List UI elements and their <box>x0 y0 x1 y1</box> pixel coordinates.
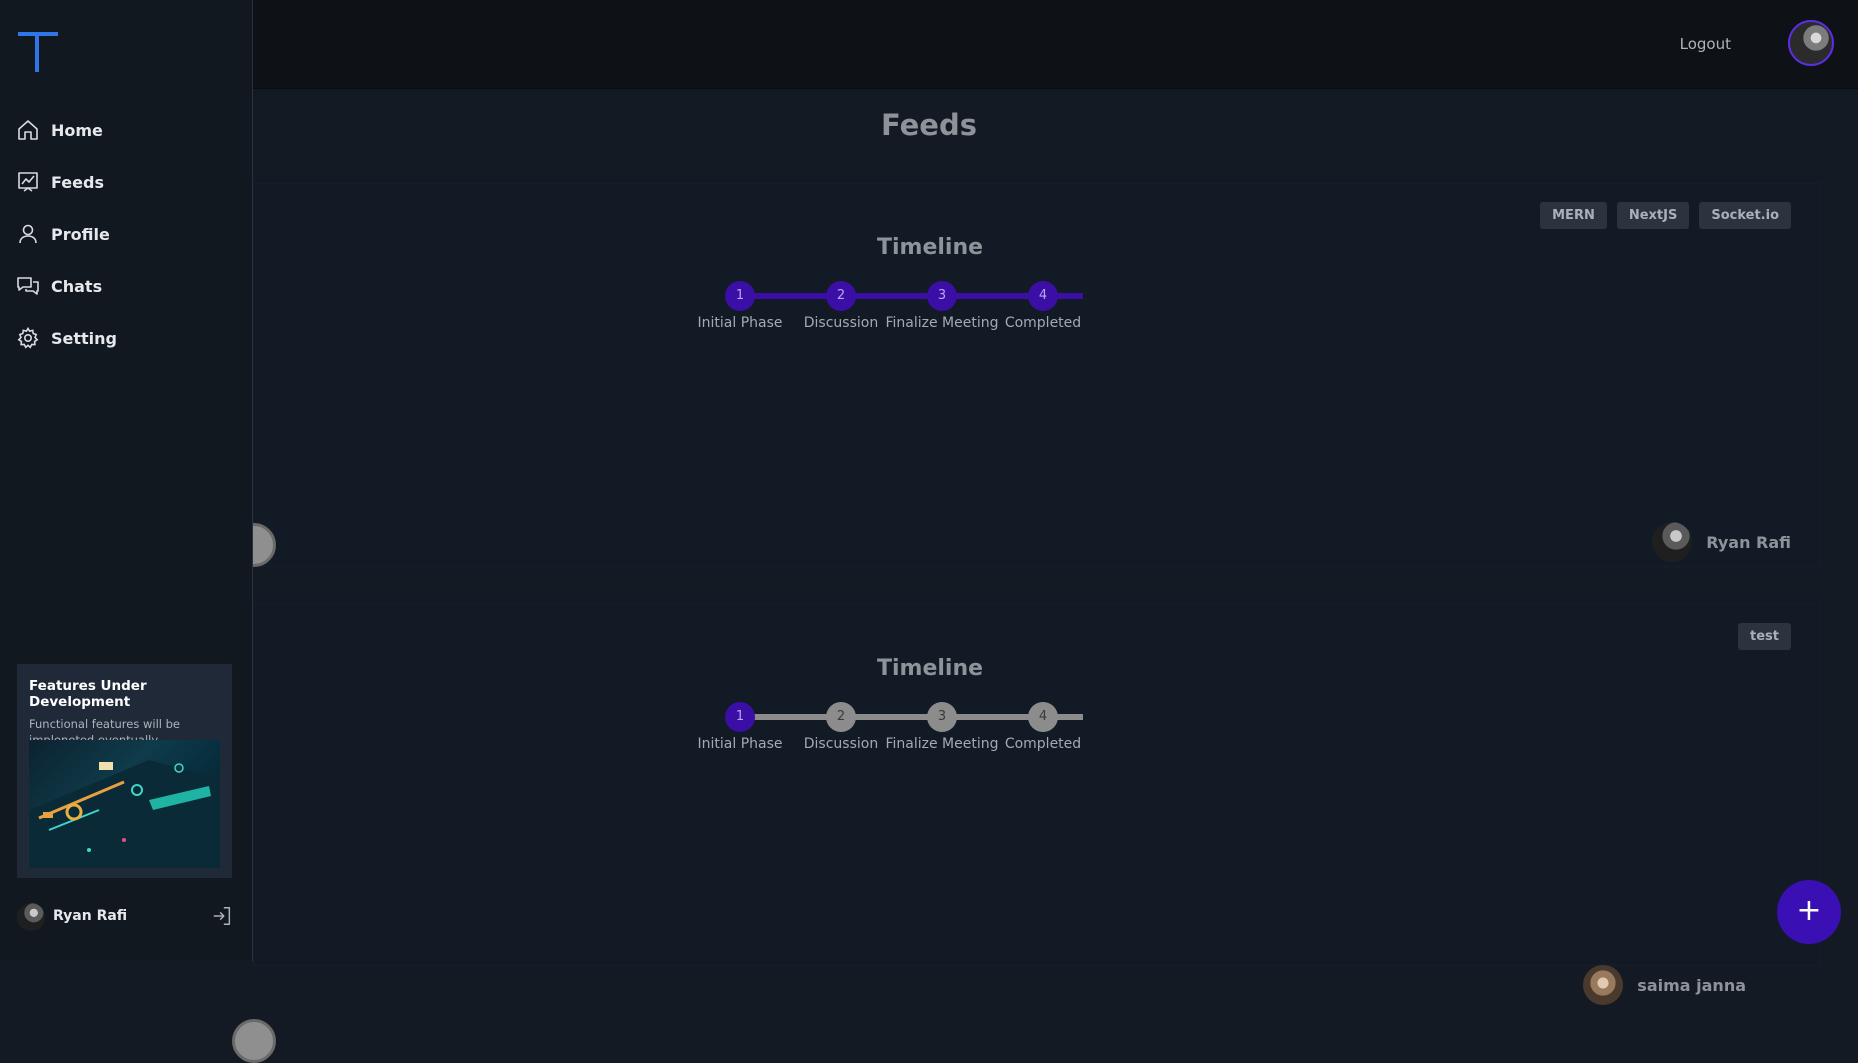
feed-card: MERN NextJS Socket.io Timeline 1 Initial… <box>232 183 1821 567</box>
sidebar-nav: Home Feeds Profile Chats Setting <box>16 104 117 364</box>
step-dot: 3 <box>927 702 957 732</box>
feed-card: test Timeline 1 Initial Phase 2 Discussi… <box>232 604 1821 1063</box>
timeline: 1 Initial Phase 2 Discussion 3 Finalize … <box>698 281 1109 341</box>
user-icon <box>19 224 37 244</box>
current-user: Ryan Rafi <box>17 901 233 933</box>
page-title: Feeds <box>881 108 977 142</box>
step-dot: 3 <box>927 281 957 311</box>
sidebar-item-chats[interactable]: Chats <box>16 260 117 312</box>
user-name: Ryan Rafi <box>53 908 128 924</box>
author-avatar <box>1652 522 1693 562</box>
step-dot: 1 <box>725 702 755 732</box>
tag[interactable]: Socket.io <box>1699 202 1791 229</box>
sidebar-item-profile[interactable]: Profile <box>16 208 117 260</box>
home-icon <box>18 120 38 140</box>
step-dot: 2 <box>826 702 856 732</box>
profile-avatar[interactable] <box>1788 20 1834 66</box>
post-author[interactable]: saima janna <box>1583 965 1746 1005</box>
tag[interactable]: MERN <box>1540 202 1607 229</box>
tag[interactable]: test <box>1738 623 1791 650</box>
avatar[interactable] <box>17 903 45 931</box>
sidebar: Home Feeds Profile Chats Setting Feature… <box>0 0 253 961</box>
sidebar-item-setting[interactable]: Setting <box>16 312 117 364</box>
timeline-title: Timeline <box>876 235 984 260</box>
step-dot: 2 <box>826 281 856 311</box>
timeline-step: 4 Completed <box>983 702 1103 752</box>
timeline-step: 4 Completed <box>983 281 1103 331</box>
features-promo-card: Features Under Development Functional fe… <box>17 664 232 878</box>
logout-icon[interactable] <box>211 905 233 927</box>
tag[interactable]: NextJS <box>1616 202 1690 229</box>
step-label: Completed <box>1004 736 1082 752</box>
step-label: Completed <box>1004 315 1082 331</box>
chart-icon <box>18 172 38 192</box>
sidebar-item-home[interactable]: Home <box>16 104 117 156</box>
timeline-title: Timeline <box>876 656 984 681</box>
sidebar-item-label: Chats <box>51 276 103 296</box>
top-bar: Logout <box>0 0 1858 89</box>
promo-title: Features Under Development <box>29 678 147 710</box>
gear-icon <box>17 326 39 349</box>
tag-list: MERN NextJS Socket.io <box>1540 202 1791 229</box>
add-post-button[interactable]: + <box>1777 880 1841 944</box>
main-content: Feeds MERN NextJS Socket.io Timeline 1 I… <box>232 88 1858 1063</box>
tag-list: test <box>1738 623 1791 650</box>
promo-image <box>29 740 220 868</box>
sidebar-item-label: Setting <box>51 328 117 348</box>
sidebar-item-label: Home <box>51 120 103 140</box>
step-dot: 4 <box>1028 702 1058 732</box>
author-name: saima janna <box>1637 975 1746 995</box>
chat-icon <box>17 277 39 295</box>
step-dot: 1 <box>725 281 755 311</box>
step-dot: 4 <box>1028 281 1058 311</box>
logout-link[interactable]: Logout <box>1680 35 1731 53</box>
post-author[interactable]: Ryan Rafi <box>1652 522 1791 562</box>
author-name: Ryan Rafi <box>1706 532 1791 552</box>
sidebar-item-label: Feeds <box>51 172 104 192</box>
sidebar-item-label: Profile <box>51 224 110 244</box>
sidebar-item-feeds[interactable]: Feeds <box>16 156 117 208</box>
author-avatar <box>1583 965 1624 1005</box>
timeline: 1 Initial Phase 2 Discussion 3 Finalize … <box>698 702 1109 762</box>
user-placeholder-icon <box>232 1019 276 1063</box>
app-logo[interactable] <box>18 32 58 74</box>
